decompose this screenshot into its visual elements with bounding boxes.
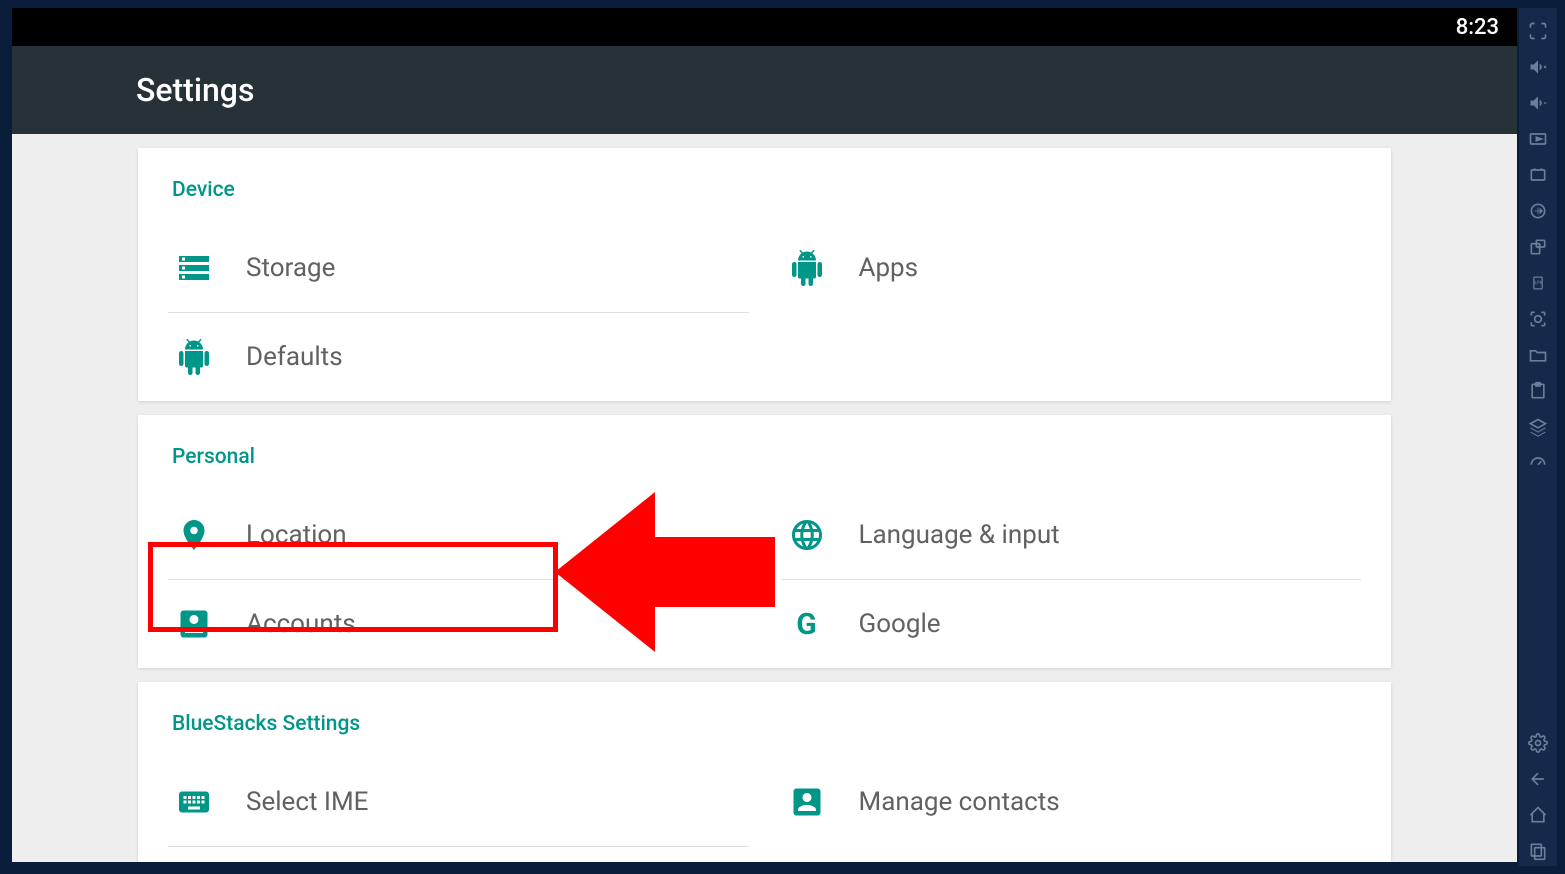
home-icon[interactable]	[1523, 800, 1553, 830]
bluestacks-side-toolbar: APK	[1519, 8, 1557, 866]
clipboard-icon[interactable]	[1523, 376, 1553, 406]
settings-content[interactable]: Device Storage Apps	[12, 134, 1517, 862]
status-time: 8:23	[1456, 15, 1499, 40]
settings-item-import[interactable]: Import windows files	[168, 846, 749, 862]
item-label: Select IME	[246, 787, 368, 817]
section-device: Device Storage Apps	[138, 148, 1391, 401]
item-label: Google	[859, 609, 941, 639]
item-label: Location	[246, 520, 347, 550]
camera-icon[interactable]	[1523, 304, 1553, 334]
page-title: Settings	[136, 71, 254, 109]
folder-open-icon[interactable]	[1523, 340, 1553, 370]
layers-icon[interactable]	[1523, 412, 1553, 442]
section-title-device: Device	[168, 178, 1361, 202]
language-icon	[789, 517, 825, 553]
keymap-icon[interactable]	[1523, 124, 1553, 154]
speed-icon[interactable]	[1523, 448, 1553, 478]
item-label: Accounts	[246, 609, 356, 639]
settings-item-apps[interactable]: Apps	[781, 224, 1362, 312]
shake-icon[interactable]: APK	[1523, 268, 1553, 298]
settings-item-language[interactable]: Language & input	[781, 491, 1362, 579]
app-header: Settings	[12, 46, 1517, 134]
android-status-bar: 8:23	[12, 8, 1517, 46]
volume-up-icon[interactable]	[1523, 52, 1553, 82]
settings-item-ime[interactable]: Select IME	[168, 758, 749, 846]
section-title-bluestacks: BlueStacks Settings	[168, 712, 1361, 736]
recents-icon[interactable]	[1523, 836, 1553, 866]
item-label: Storage	[246, 253, 335, 283]
section-title-personal: Personal	[168, 445, 1361, 469]
svg-text:APK: APK	[1533, 281, 1543, 287]
location-set-icon[interactable]	[1523, 196, 1553, 226]
location-icon	[176, 517, 212, 553]
window-frame: 8:23 Settings Device Storage	[0, 0, 1565, 874]
install-apk-icon[interactable]	[1523, 160, 1553, 190]
rotate-icon[interactable]	[1523, 232, 1553, 262]
settings-item-defaults[interactable]: Defaults	[168, 312, 749, 401]
item-label: Apps	[859, 253, 919, 283]
item-label: Language & input	[859, 520, 1060, 550]
google-icon: G	[789, 606, 825, 642]
back-icon[interactable]	[1523, 764, 1553, 794]
apps-icon	[789, 250, 825, 286]
defaults-icon	[176, 339, 212, 375]
contacts-icon	[789, 784, 825, 820]
section-personal: Personal Location Language & input	[138, 415, 1391, 668]
section-bluestacks: BlueStacks Settings Select IME Manage co…	[138, 682, 1391, 862]
item-label: Defaults	[246, 342, 343, 372]
settings-item-accounts[interactable]: Accounts	[168, 579, 749, 668]
settings-item-location[interactable]: Location	[168, 491, 749, 579]
volume-down-icon[interactable]	[1523, 88, 1553, 118]
accounts-icon	[176, 606, 212, 642]
item-label: Manage contacts	[859, 787, 1060, 817]
storage-icon	[176, 250, 212, 286]
settings-gear-icon[interactable]	[1523, 728, 1553, 758]
settings-item-contacts[interactable]: Manage contacts	[781, 758, 1362, 846]
settings-item-storage[interactable]: Storage	[168, 224, 749, 312]
app-viewport: 8:23 Settings Device Storage	[12, 8, 1517, 862]
settings-item-google[interactable]: G Google	[781, 579, 1362, 668]
fullscreen-icon[interactable]	[1523, 16, 1553, 46]
keyboard-icon	[176, 784, 212, 820]
